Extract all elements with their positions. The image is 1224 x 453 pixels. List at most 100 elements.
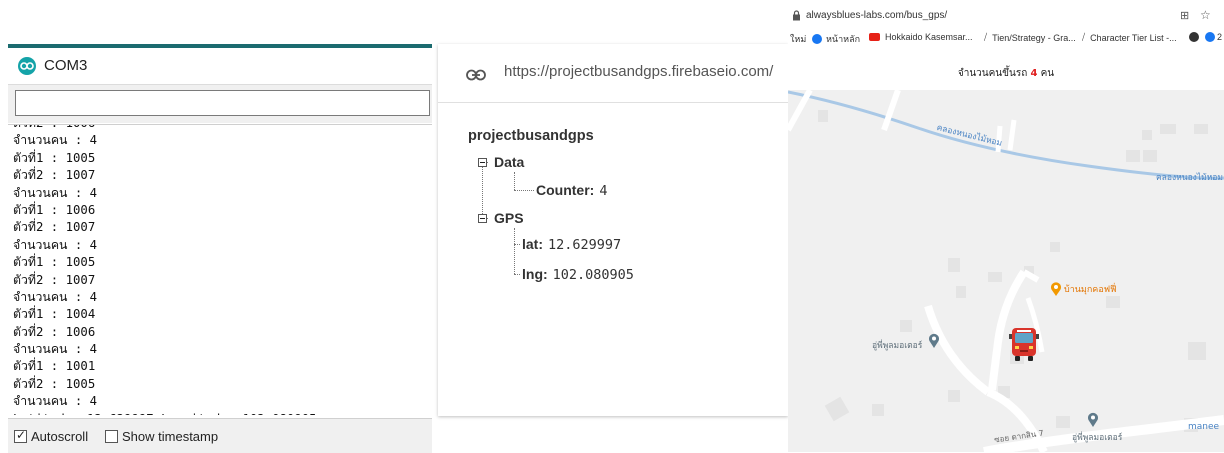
- building: [948, 390, 960, 402]
- autoscroll-label: Autoscroll: [31, 429, 89, 444]
- autoscroll-check-box[interactable]: ✓: [14, 428, 27, 443]
- counter-suffix: คน: [1040, 68, 1055, 79]
- bookmark-favicon-icon: ⧸: [984, 32, 988, 42]
- serial-line: ตัวที่2 : 1006: [13, 125, 317, 132]
- garage-label[interactable]: อู่พี่พูลมอเตอร์: [1072, 430, 1122, 444]
- tree-leaf-counter[interactable]: Counter: 4: [536, 182, 607, 199]
- bookmark-home[interactable]: หน้าหลัก: [812, 32, 860, 46]
- serial-line: ตัวที่2 : 1006: [13, 324, 96, 339]
- map-canvas[interactable]: [788, 90, 1224, 452]
- cafe-pin-icon[interactable]: [1050, 281, 1062, 300]
- serial-send-input[interactable]: [15, 90, 430, 116]
- timestamp-check-box[interactable]: [105, 430, 118, 443]
- lock-icon: [792, 10, 801, 24]
- map-view[interactable]: คลองหนองไม้หอม คลองหนองไม้หอม บ้านมุกคอฟ…: [788, 90, 1224, 452]
- road: [1022, 269, 1040, 283]
- bookmark-character-tier[interactable]: ⧸ Character Tier List -...: [1082, 32, 1177, 43]
- bookmark-label: Character Tier List -...: [1090, 32, 1177, 43]
- counter-prefix: จำนวนคนขึ้นรถ: [957, 68, 1028, 79]
- arduino-logo-icon: [18, 57, 36, 75]
- serial-line: จำนวนคน : 4: [13, 133, 98, 148]
- firebase-database-panel: https://projectbusandgps.firebaseio.com/…: [438, 44, 788, 416]
- building: [956, 286, 966, 298]
- leaf-key: lng:: [522, 266, 548, 282]
- passenger-counter: จำนวนคนขึ้นรถ 4 คน: [788, 66, 1224, 81]
- building: [1194, 124, 1208, 134]
- tree-line: [514, 244, 520, 245]
- building: [872, 404, 884, 416]
- star-icon[interactable]: ☆: [1200, 8, 1211, 22]
- building: [900, 320, 912, 332]
- building: [1142, 130, 1152, 140]
- road: [1007, 119, 1017, 151]
- autoscroll-checkbox[interactable]: ✓ Autoscroll: [14, 428, 89, 444]
- facebook-icon: [812, 34, 822, 44]
- collapse-gps-button[interactable]: [478, 214, 487, 223]
- bookmark-hokkaido[interactable]: Hokkaido Kasemsar...: [869, 32, 973, 42]
- bus-icon[interactable]: [1008, 326, 1040, 366]
- address-url[interactable]: alwaysblues-labs.com/bus_gps/: [806, 10, 947, 21]
- tree-node-data[interactable]: Data: [494, 154, 524, 170]
- tree-leaf-lng[interactable]: lng: 102.080905: [522, 266, 634, 283]
- serial-line: ตัวที่2 : 1007: [13, 168, 96, 183]
- check-icon: ✓: [16, 428, 27, 442]
- leaf-value: 12.629997: [548, 237, 622, 253]
- show-timestamp-checkbox[interactable]: Show timestamp: [105, 429, 218, 444]
- facebook-icon: [1205, 32, 1215, 42]
- link-icon[interactable]: [466, 66, 486, 85]
- cafe-label[interactable]: บ้านมุกคอฟฟี่: [1064, 282, 1116, 296]
- tree-line: [514, 274, 520, 275]
- serial-line: Latitude= 12.629997 Longitude= 102.08090…: [13, 411, 317, 415]
- building: [1126, 150, 1140, 162]
- tree-root[interactable]: projectbusandgps: [468, 128, 594, 144]
- building: [818, 110, 828, 122]
- serial-line: จำนวนคน : 4: [13, 342, 98, 357]
- bookmark-new[interactable]: ใหม่: [790, 32, 806, 46]
- address-bar[interactable]: alwaysblues-labs.com/bus_gps/ ⊞ ☆: [788, 8, 1224, 28]
- serial-line: ตัวที่1 : 1005: [13, 150, 96, 165]
- title-bar: COM3: [8, 48, 432, 85]
- tree-line: [514, 172, 515, 190]
- bookmark-tien[interactable]: ⧸ Tien/Strategy - Gra...: [984, 32, 1076, 43]
- bookmark-label: Hokkaido Kasemsar...: [885, 32, 973, 42]
- tree-line: [514, 190, 534, 191]
- building: [1143, 150, 1157, 162]
- bookmarks-bar: ใหม่ หน้าหลัก Hokkaido Kasemsar... ⧸ Tie…: [788, 30, 1224, 48]
- garage-pin-icon[interactable]: [928, 333, 940, 352]
- browser-window: alwaysblues-labs.com/bus_gps/ ⊞ ☆ ใหม่ ห…: [788, 0, 1224, 452]
- database-url[interactable]: https://projectbusandgps.firebaseio.com/: [504, 63, 773, 80]
- serial-line: ตัวที่2 : 1005: [13, 376, 96, 391]
- garage-label[interactable]: อู่พี่พูลมอเตอร์: [872, 338, 922, 352]
- canal: [788, 90, 1224, 180]
- node-key: Data: [494, 154, 525, 170]
- serial-output[interactable]: ตัวที่2 : 1006จำนวนคน : 4ตัวที่1 : 1005ต…: [8, 124, 432, 415]
- bookmark-label: 2: [1217, 32, 1223, 42]
- road: [788, 90, 813, 132]
- road: [881, 90, 901, 131]
- building: [824, 396, 850, 422]
- serial-line: จำนวนคน : 4: [13, 394, 98, 409]
- github-icon: [1189, 32, 1199, 42]
- building: [988, 272, 1002, 282]
- tree-leaf-lat[interactable]: lat: 12.629997: [522, 236, 621, 253]
- collapse-data-button[interactable]: [478, 158, 487, 167]
- leaf-key: lat:: [522, 236, 543, 252]
- serial-line: ตัวที่1 : 1005: [13, 255, 96, 270]
- window-title: COM3: [44, 57, 88, 74]
- tree-line: [514, 228, 515, 274]
- youtube-icon: [869, 33, 880, 41]
- bookmark-label: ใหม่: [790, 34, 807, 44]
- serial-line: ตัวที่1 : 1001: [13, 359, 96, 374]
- translate-icon[interactable]: ⊞: [1180, 9, 1189, 22]
- building: [1188, 342, 1206, 360]
- send-row: [8, 85, 432, 123]
- bookmark-facebook[interactable]: 2: [1205, 32, 1222, 42]
- building: [948, 258, 960, 272]
- serial-line: จำนวนคน : 4: [13, 237, 98, 252]
- garage-pin-icon[interactable]: [1087, 412, 1099, 431]
- bookmark-github[interactable]: [1189, 32, 1199, 42]
- canal-label: คลองหนองไม้หอม: [1156, 173, 1224, 183]
- database-url-bar: https://projectbusandgps.firebaseio.com/: [438, 44, 788, 103]
- serial-line: ตัวที่2 : 1007: [13, 272, 96, 287]
- tree-node-gps[interactable]: GPS: [494, 210, 524, 226]
